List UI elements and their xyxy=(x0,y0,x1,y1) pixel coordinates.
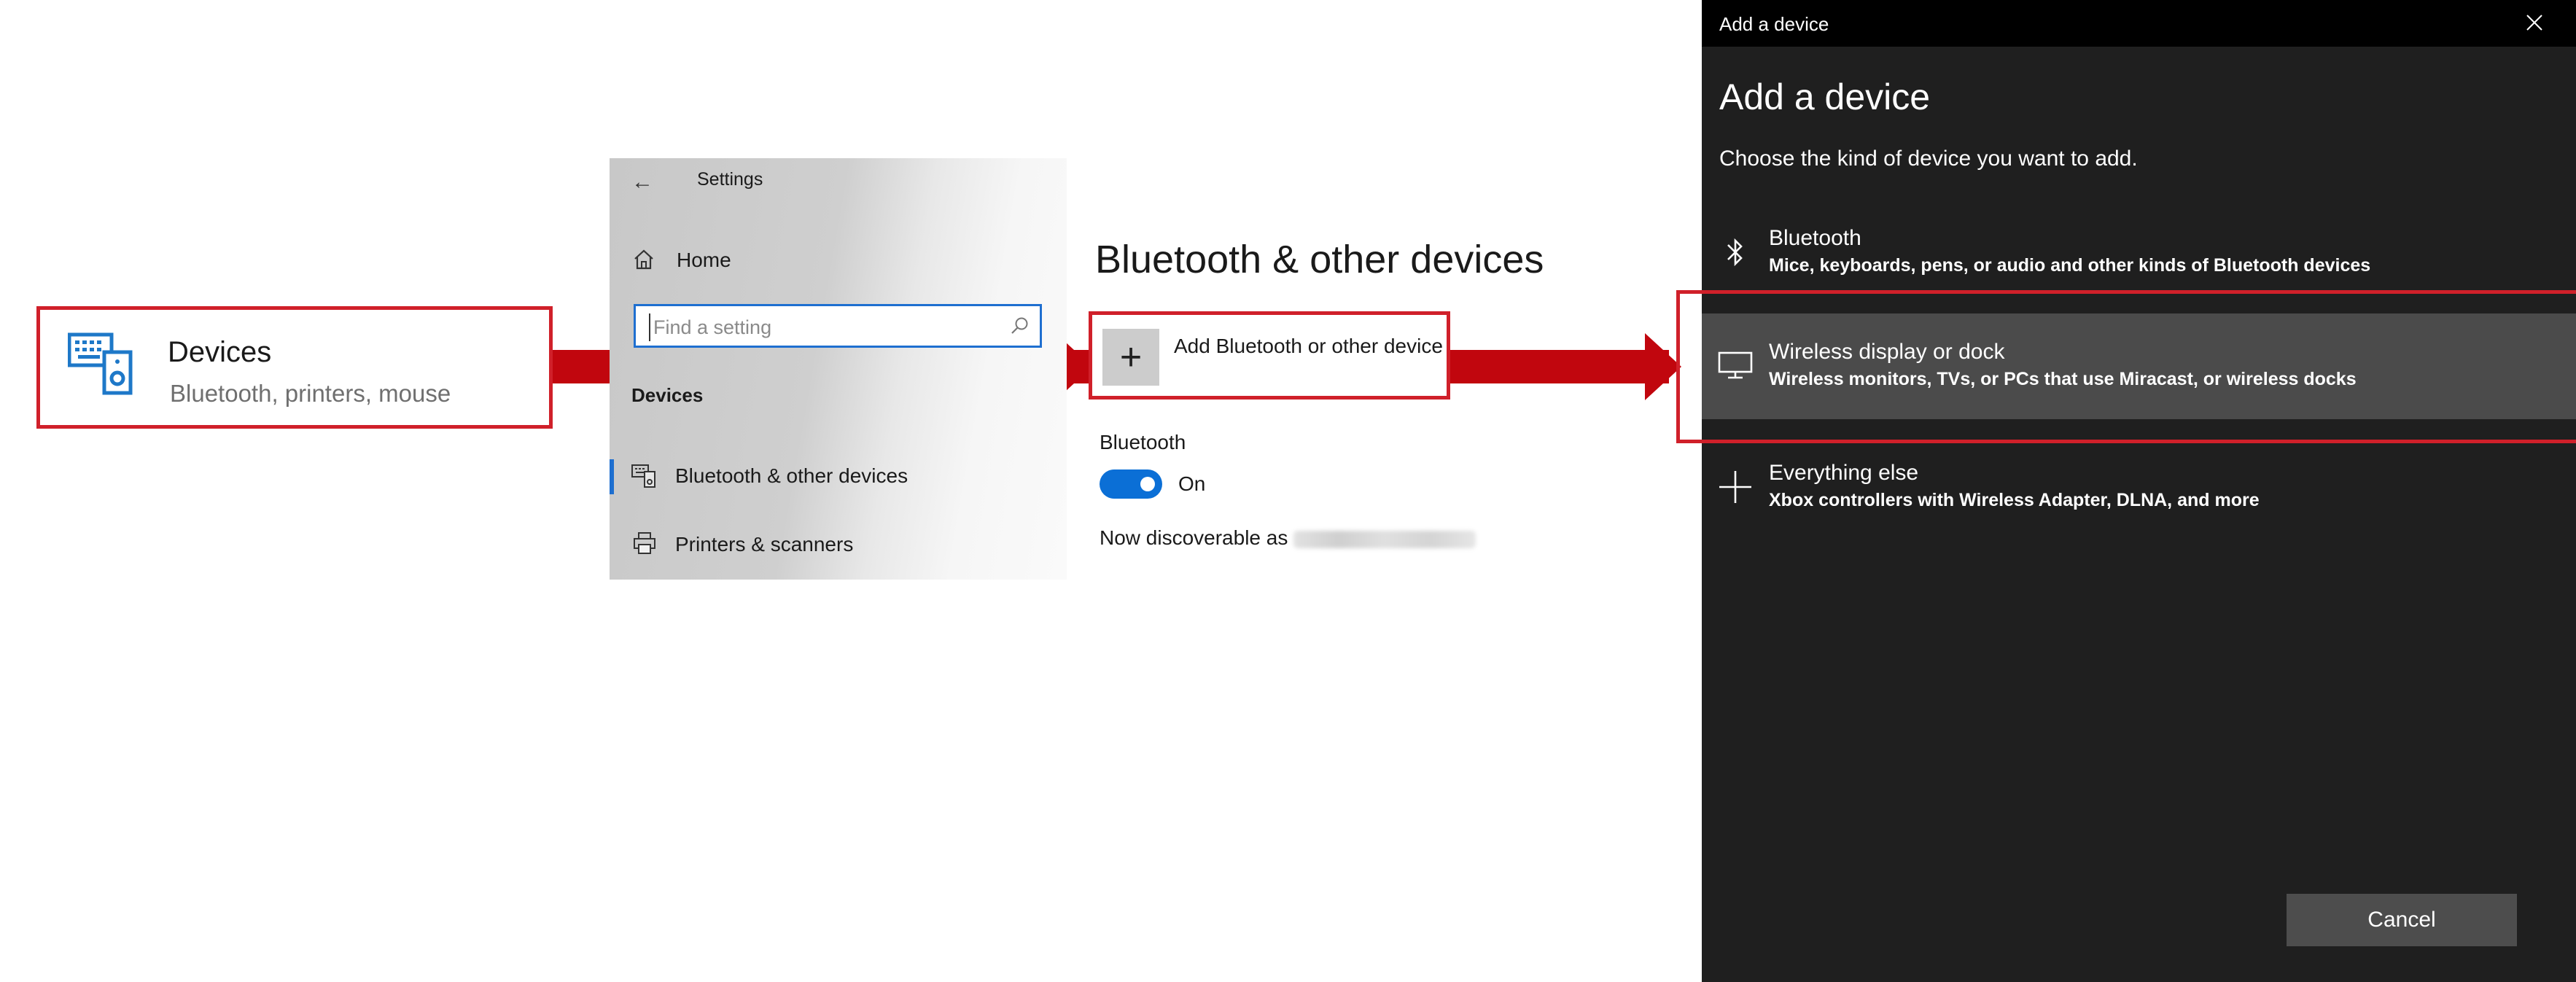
devices-icon xyxy=(68,332,133,395)
discoverable-text: Now discoverable as xyxy=(1100,526,1476,550)
option-everything-else-desc: Xbox controllers with Wireless Adapter, … xyxy=(1769,490,2260,510)
close-icon[interactable] xyxy=(2524,12,2545,34)
toggle-knob xyxy=(1140,477,1155,491)
search-icon[interactable] xyxy=(1011,316,1030,335)
page-title: Bluetooth & other devices xyxy=(1095,238,1544,281)
dialog-title-bar: Add a device xyxy=(1702,0,2576,47)
add-device-button[interactable]: + Add Bluetooth or other device xyxy=(1089,311,1450,400)
devices-tile[interactable]: Devices Bluetooth, printers, mouse xyxy=(36,306,553,429)
devices-tile-subtitle: Bluetooth, printers, mouse xyxy=(170,380,451,407)
sidebar-item-printers-scanners[interactable]: Printers & scanners xyxy=(675,533,853,556)
plus-icon xyxy=(1719,471,1751,503)
option-everything-else[interactable]: Everything else Xbox controllers with Wi… xyxy=(1702,445,2576,550)
toggle-state-label: On xyxy=(1178,472,1206,495)
wireless-option-highlight xyxy=(1676,290,2576,443)
search-box[interactable] xyxy=(634,304,1042,348)
settings-pane: ← Settings Home Devices Bluetooth & othe… xyxy=(610,158,1067,580)
add-device-label: Add Bluetooth or other device xyxy=(1174,335,1443,357)
option-everything-else-title: Everything else xyxy=(1769,461,1919,485)
bluetooth-devices-icon xyxy=(631,464,655,488)
settings-title: Settings xyxy=(697,169,763,190)
sidebar-item-bluetooth-devices[interactable]: Bluetooth & other devices xyxy=(675,464,908,488)
cancel-button[interactable]: Cancel xyxy=(2287,894,2517,946)
add-device-dialog: Add a device Add a device Choose the kin… xyxy=(1702,0,2576,982)
dialog-bar-title: Add a device xyxy=(1719,13,1829,35)
dialog-subtitle: Choose the kind of device you want to ad… xyxy=(1719,147,2138,171)
option-bluetooth-title: Bluetooth xyxy=(1769,226,1861,250)
discoverable-prefix: Now discoverable as xyxy=(1100,526,1288,549)
printer-icon xyxy=(634,532,655,554)
search-input[interactable] xyxy=(649,313,997,341)
devices-tile-title: Devices xyxy=(168,336,272,368)
devices-section-label: Devices xyxy=(631,384,704,406)
blurred-device-name xyxy=(1293,530,1476,548)
bluetooth-toggle[interactable] xyxy=(1100,469,1162,499)
dialog-heading: Add a device xyxy=(1719,77,1931,117)
arrow-2-body xyxy=(1450,350,1669,383)
selected-nav-indicator xyxy=(610,459,614,494)
home-nav-item[interactable]: Home xyxy=(677,249,731,272)
home-icon xyxy=(634,249,653,270)
bluetooth-icon xyxy=(1727,238,1743,267)
bluetooth-heading: Bluetooth xyxy=(1100,431,1186,453)
add-plus-icon: + xyxy=(1102,329,1159,386)
back-arrow-icon[interactable]: ← xyxy=(631,170,653,195)
option-bluetooth-desc: Mice, keyboards, pens, or audio and othe… xyxy=(1769,255,2371,276)
